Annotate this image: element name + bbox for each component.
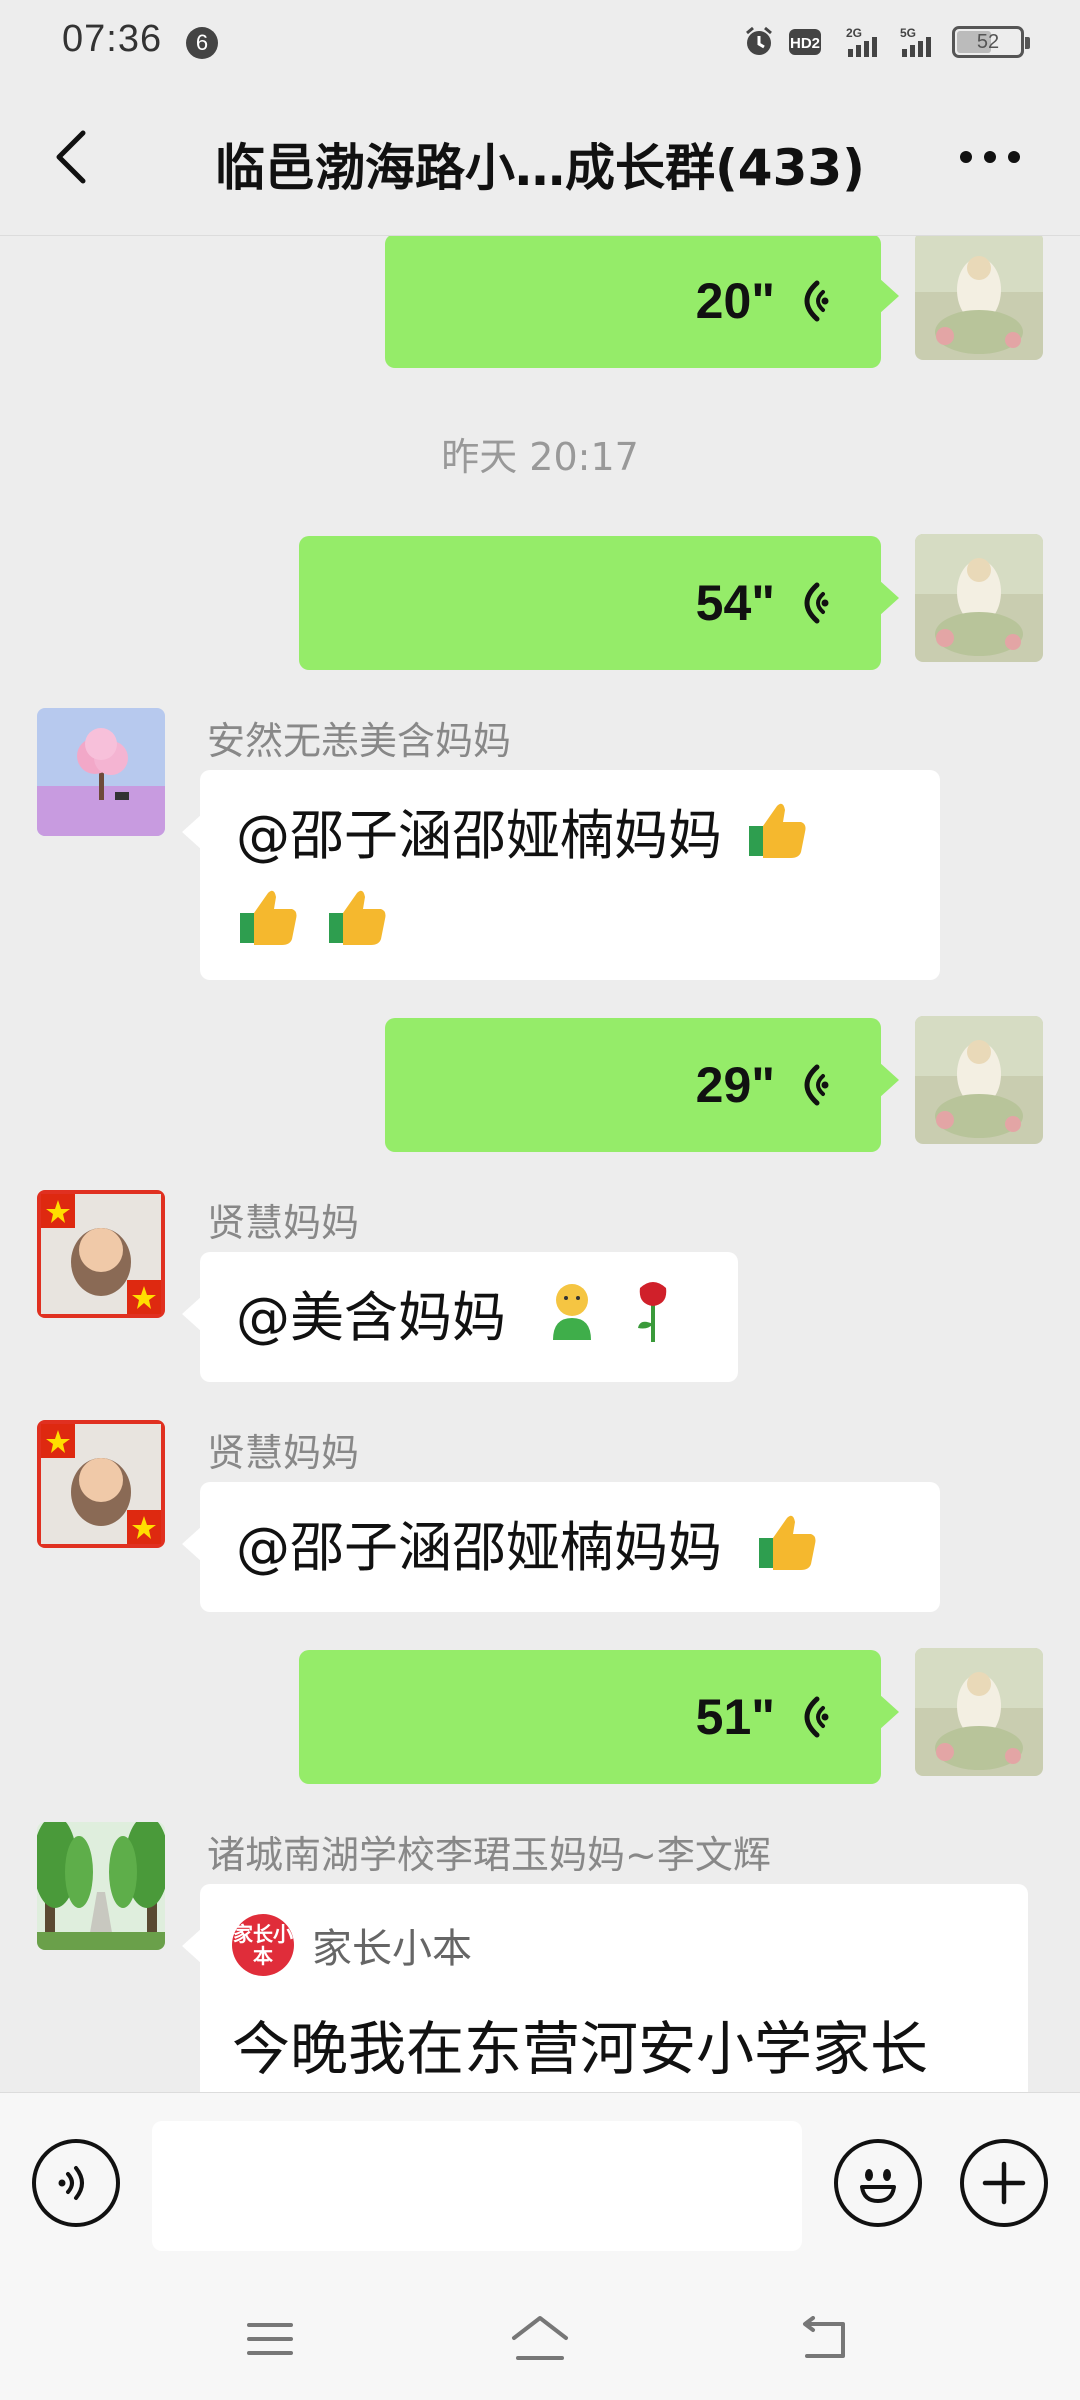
text-message-bubble[interactable]: @邵子涵邵娅楠妈妈 [182, 1482, 940, 1612]
my-avatar[interactable] [915, 1016, 1043, 1144]
back-icon [803, 2316, 845, 2358]
shared-article-card[interactable]: 家长小本 家长小本 今晚我在东营河安小学家长 [182, 1884, 1028, 2092]
nav-menu-button[interactable] [230, 2304, 310, 2374]
system-nav-bar [0, 2276, 1080, 2400]
chevron-left-icon [56, 130, 86, 184]
voice-duration: 29" [695, 1057, 775, 1113]
voice-message-content: 51" [696, 1650, 829, 1784]
back-button[interactable] [36, 122, 106, 192]
thumbs-up-icon [745, 796, 811, 883]
message-text: @邵子涵邵娅楠妈妈 [200, 1482, 940, 1621]
voice-wave-icon [804, 1696, 829, 1738]
input-bar [0, 2092, 1080, 2276]
battery-level: 52 [976, 30, 1000, 53]
signal-2g-icon: 2G [844, 25, 886, 59]
voice-message-bubble[interactable]: 54" [299, 536, 899, 670]
voice-message-content: 54" [696, 536, 829, 670]
voice-message-bubble[interactable]: 51" [299, 1650, 899, 1784]
message-text-line1: @邵子涵邵娅楠妈妈 [236, 804, 722, 868]
message-text: @邵子涵邵娅楠妈妈 [200, 770, 940, 996]
voice-message-content: 29" [696, 1018, 829, 1152]
card-source: 家长小本 家长小本 [200, 1884, 1028, 1976]
status-time: 07:36 [62, 18, 163, 60]
voice-duration: 20" [695, 273, 775, 329]
hd-label: HD2 [790, 35, 820, 52]
sender-avatar[interactable] [37, 1822, 165, 1950]
sender-name: 诸城南湖学校李珺玉妈妈~李文辉 [207, 1833, 771, 1877]
voice-message-bubble[interactable]: 20" [385, 236, 899, 368]
thumbs-up-icon [755, 1508, 821, 1595]
voice-duration: 51" [695, 1689, 775, 1745]
signal-2g-label: 2G [846, 26, 862, 40]
text-message-bubble[interactable]: @邵子涵邵娅楠妈妈 [182, 770, 940, 980]
voice-wave-icon [804, 280, 829, 322]
sender-name: 安然无恙美含妈妈 [207, 719, 512, 763]
signal-5g-label: 5G [900, 26, 916, 40]
hd-icon: HD2 [788, 25, 832, 59]
more-dots-icon [960, 151, 1020, 163]
voice-icon [58, 2166, 84, 2200]
chat-header: 临邑渤海路小…成长群(433) [0, 84, 1080, 236]
smiley-icon [860, 2169, 896, 2203]
message-timestamp: 昨天 20:17 [441, 435, 639, 479]
sender-avatar[interactable] [37, 1190, 165, 1318]
status-bar: 07:36 6 HD2 2G 5G 52 [0, 0, 1080, 84]
person-emoji-icon [539, 1278, 605, 1365]
card-source-name: 家长小本 [312, 1926, 472, 1972]
card-headline: 今晚我在东营河安小学家长 [232, 2015, 929, 2083]
nav-back-button[interactable] [785, 2304, 865, 2374]
voice-duration: 54" [695, 575, 775, 631]
rose-icon [628, 1278, 678, 1365]
card-source-logo: 家长小本 [232, 1914, 294, 1976]
menu-icon [247, 2323, 293, 2355]
emoji-button[interactable] [834, 2139, 922, 2227]
signal-5g-icon: 5G [898, 25, 940, 59]
thumbs-up-icon [236, 883, 302, 970]
chat-title: 临邑渤海路小…成长群(433) [214, 139, 866, 197]
status-icons: HD2 2G 5G 52 [742, 22, 1030, 62]
more-options-button[interactable] [940, 122, 1040, 192]
sender-avatar[interactable] [37, 1420, 165, 1548]
my-avatar[interactable] [915, 236, 1043, 360]
my-avatar[interactable] [915, 1648, 1043, 1776]
battery-icon: 52 [952, 26, 1030, 58]
voice-message-bubble[interactable]: 29" [385, 1018, 899, 1152]
message-input[interactable] [152, 2121, 802, 2251]
sender-avatar[interactable] [37, 708, 165, 836]
message-text-content: @邵子涵邵娅楠妈妈 [236, 1516, 722, 1580]
message-list[interactable]: 20" 昨天 20:17 54" 安然无恙美含妈妈 @邵子涵邵娅楠妈妈 29" [0, 236, 1080, 2092]
message-text-content: @美含妈妈 [236, 1286, 506, 1350]
voice-message-content: 20" [696, 236, 829, 368]
voice-input-button[interactable] [32, 2139, 120, 2227]
text-message-bubble[interactable]: @美含妈妈 [182, 1252, 738, 1382]
notification-count-badge: 6 [186, 27, 218, 59]
thumbs-up-icon [325, 883, 391, 970]
sender-name: 贤慧妈妈 [207, 1201, 360, 1245]
my-avatar[interactable] [915, 534, 1043, 662]
plus-icon [982, 2161, 1026, 2205]
sender-name: 贤慧妈妈 [207, 1431, 360, 1475]
voice-wave-icon [804, 582, 829, 624]
nav-home-button[interactable] [500, 2304, 580, 2374]
more-functions-button[interactable] [960, 2139, 1048, 2227]
voice-wave-icon [804, 1064, 829, 1106]
alarm-icon [742, 25, 776, 59]
message-text: @美含妈妈 [200, 1252, 738, 1391]
home-icon [512, 2316, 568, 2360]
